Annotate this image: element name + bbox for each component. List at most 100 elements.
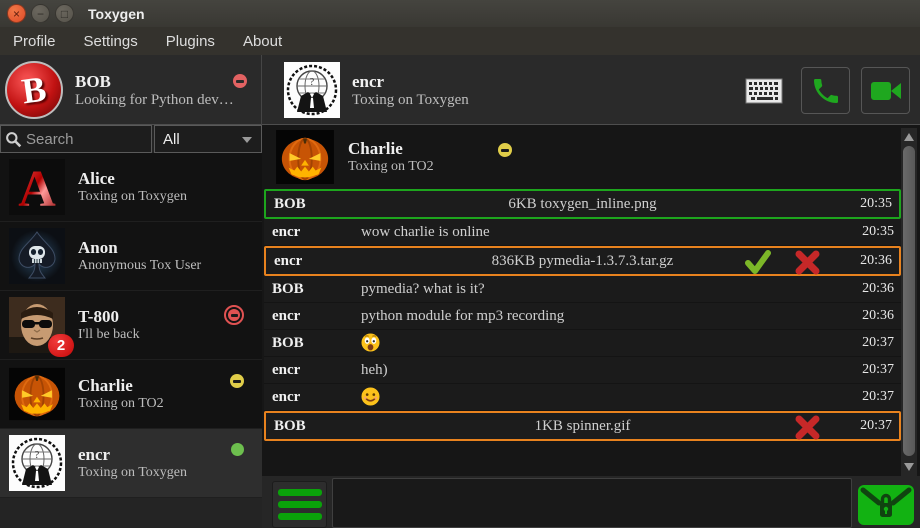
message-input[interactable]	[332, 478, 852, 528]
scroll-up-icon[interactable]	[904, 133, 914, 141]
message-row: encr wow charlie is online 20:35	[264, 219, 901, 246]
window-controls: × − □	[7, 4, 74, 23]
menu-profile[interactable]: Profile	[13, 33, 56, 50]
avatar-anon	[9, 228, 65, 284]
accept-file-icon[interactable]	[744, 249, 771, 276]
active-contact-status-message: Toxing on Toxygen	[352, 92, 469, 109]
away-status-icon	[498, 143, 512, 157]
chat-area: Charlie Toxing on TO2 BOB 6KB toxygen_in…	[262, 125, 920, 476]
message-text: python module for mp3 recording	[361, 308, 564, 325]
title-bar: × − □ Toxygen	[0, 0, 920, 27]
contact-name: Anon	[78, 238, 201, 258]
contact-status-message: Toxing on Toxygen	[78, 465, 187, 481]
contact-filter-dropdown[interactable]: All	[154, 125, 262, 153]
menu-settings[interactable]: Settings	[84, 33, 138, 50]
filter-value: All	[163, 131, 180, 148]
banner-avatar-charlie	[275, 130, 335, 184]
maximize-button[interactable]: □	[55, 4, 74, 23]
self-avatar: B	[5, 61, 63, 119]
unread-count-badge: 2	[48, 334, 74, 357]
shocked-face-emoji	[361, 333, 380, 353]
video-camera-icon	[869, 76, 903, 106]
menu-about[interactable]: About	[243, 33, 282, 50]
close-button[interactable]: ×	[7, 4, 26, 23]
self-status-message: Looking for Python dev…	[75, 92, 234, 109]
file-name-label: 6KB toxygen_inline.png	[266, 196, 899, 213]
self-profile[interactable]: B BOB Looking for Python dev…	[0, 55, 262, 125]
self-name: BOB	[75, 72, 234, 92]
message-time: 20:37	[862, 335, 894, 351]
contact-status-message: Toxing on Toxygen	[78, 189, 187, 205]
message-time: 20:36	[862, 308, 894, 324]
contact-item-encr[interactable]: encr Toxing on Toxygen	[0, 429, 262, 498]
contact-item-charlie[interactable]: Charlie Toxing on TO2	[0, 360, 262, 429]
chat-contact-banner: Charlie Toxing on TO2	[262, 125, 920, 189]
cancel-file-icon[interactable]	[794, 249, 821, 276]
menu-plugins[interactable]: Plugins	[166, 33, 215, 50]
message-author: BOB	[272, 281, 304, 298]
phone-icon	[810, 75, 842, 107]
busy-status-icon	[224, 305, 244, 325]
message-time: 20:35	[860, 196, 892, 212]
header: B BOB Looking for Python dev… encr Toxin…	[0, 55, 920, 125]
contact-item-anon[interactable]: Anon Anonymous Tox User	[0, 222, 262, 291]
avatar-encr	[9, 435, 65, 491]
scrollbar-thumb[interactable]	[903, 146, 915, 456]
sidebar: All A Alice Toxing on Toxygen	[0, 125, 262, 528]
file-transfer-row[interactable]: BOB 1KB spinner.gif 20:37	[264, 411, 901, 441]
contact-status-message: Anonymous Tox User	[78, 258, 201, 274]
message-time: 20:37	[862, 362, 894, 378]
away-status-icon	[230, 374, 244, 388]
compose-bar	[262, 476, 920, 528]
message-text: wow charlie is online	[361, 224, 490, 241]
message-text: pymedia? what is it?	[361, 281, 485, 298]
avatar-alice: A	[9, 159, 65, 215]
message-menu-button[interactable]	[272, 481, 327, 528]
message-row: encr heh) 20:37	[264, 357, 901, 384]
chat-scrollbar[interactable]	[901, 128, 917, 476]
message-text: heh)	[361, 362, 388, 379]
contact-name: Charlie	[78, 376, 164, 396]
video-call-button[interactable]	[861, 67, 910, 114]
contact-item-alice[interactable]: A Alice Toxing on Toxygen	[0, 153, 262, 222]
contact-name: Alice	[78, 169, 187, 189]
search-box[interactable]	[0, 125, 152, 153]
message-author: encr	[272, 308, 300, 325]
audio-call-button[interactable]	[801, 67, 850, 114]
contact-name: encr	[78, 445, 187, 465]
message-author: BOB	[272, 335, 304, 352]
search-input[interactable]	[26, 131, 136, 148]
minimize-button[interactable]: −	[31, 4, 50, 23]
contact-status-message: I'll be back	[78, 327, 140, 343]
active-contact-name: encr	[352, 72, 469, 92]
self-avatar-letter: B	[19, 68, 49, 113]
message-row: BOB pymedia? what is it? 20:36	[264, 276, 901, 303]
file-transfer-row[interactable]: BOB 6KB toxygen_inline.png 20:35	[264, 189, 901, 219]
busy-status-icon	[233, 74, 247, 88]
message-time: 20:37	[860, 418, 892, 434]
send-button[interactable]	[855, 481, 917, 528]
svg-text:A: A	[18, 161, 56, 215]
message-row: encr 20:37	[264, 384, 901, 411]
message-author: encr	[272, 362, 300, 379]
message-list: BOB 6KB toxygen_inline.png 20:35 encr wo…	[264, 189, 901, 476]
scroll-down-icon[interactable]	[904, 463, 914, 471]
online-status-icon	[231, 443, 244, 456]
search-icon	[5, 131, 22, 148]
chevron-down-icon	[242, 137, 252, 143]
contact-status-message: Toxing on TO2	[78, 396, 164, 412]
banner-status-message: Toxing on TO2	[348, 159, 434, 175]
avatar-charlie	[9, 366, 65, 422]
banner-contact-name: Charlie	[348, 139, 434, 159]
smiling-face-emoji	[361, 387, 380, 407]
message-row: BOB 20:37	[264, 330, 901, 357]
file-transfer-row[interactable]: encr 836KB pymedia-1.3.7.3.tar.gz 20:36	[264, 246, 901, 276]
cancel-file-icon[interactable]	[794, 414, 821, 441]
message-row: encr python module for mp3 recording 20:…	[264, 303, 901, 330]
screen-keyboard-icon[interactable]	[745, 78, 783, 104]
menu-bar: Profile Settings Plugins About	[0, 27, 920, 55]
message-author: encr	[272, 389, 300, 406]
contact-item-t800[interactable]: T-800 I'll be back 2	[0, 291, 262, 360]
contact-name: T-800	[78, 307, 140, 327]
window-title: Toxygen	[88, 6, 145, 22]
